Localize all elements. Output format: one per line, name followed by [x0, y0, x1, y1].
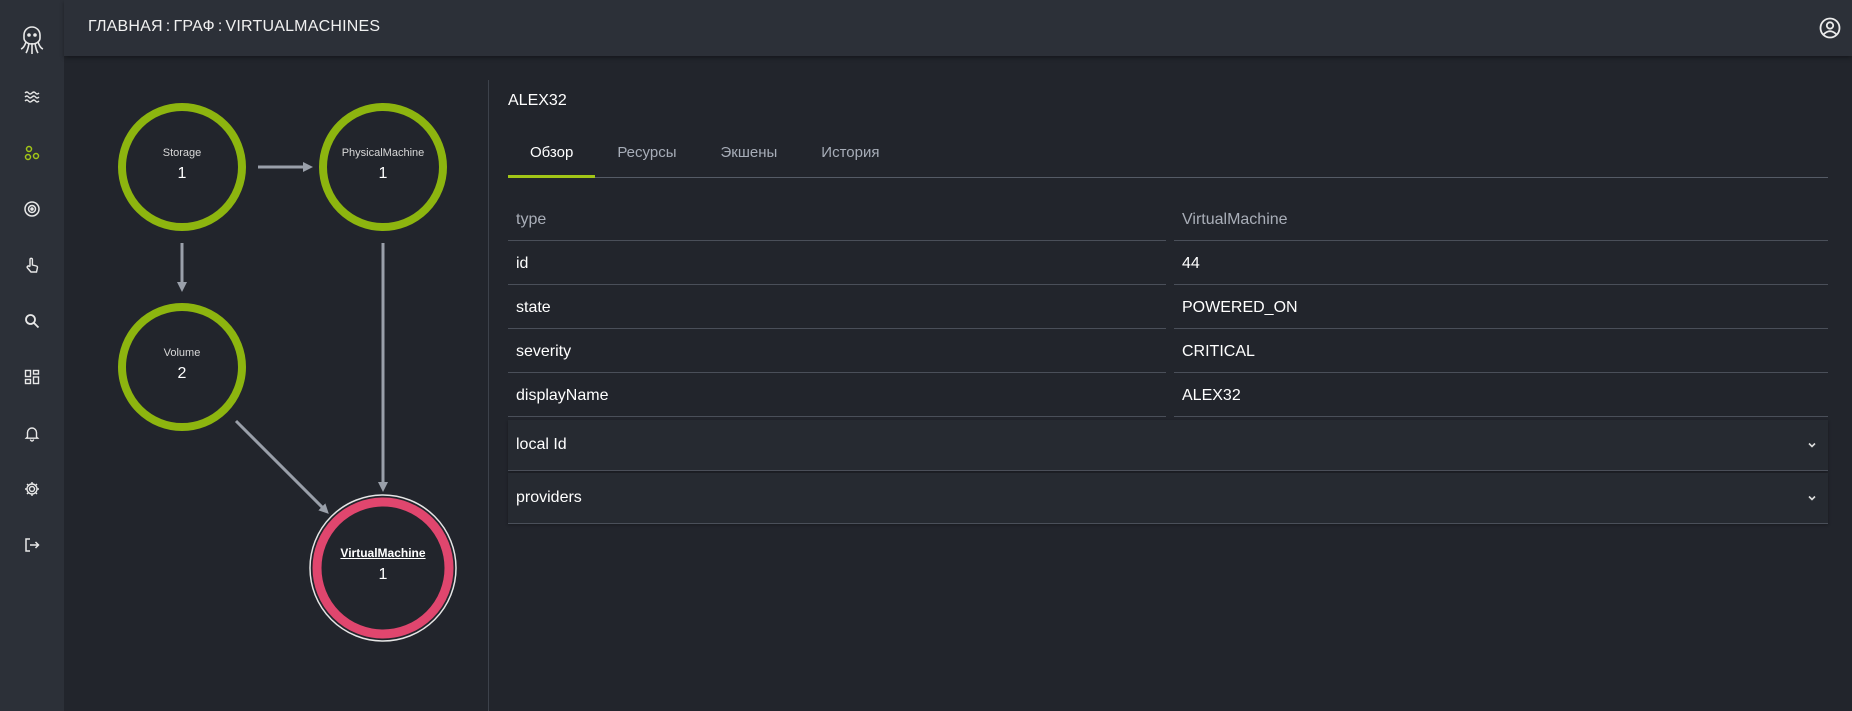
- breadcrumb-graph[interactable]: ГРАФ: [173, 18, 214, 36]
- node-count: 2: [177, 365, 187, 382]
- details-tabs: Обзор Ресурсы Экшены История: [508, 130, 1828, 178]
- dashboard-icon: [24, 369, 40, 385]
- property-value: 44: [1174, 242, 1828, 285]
- node-name-link[interactable]: VirtualMachine: [318, 546, 448, 560]
- sidebar-item-actions[interactable]: [16, 249, 48, 281]
- breadcrumb-separator: :: [165, 18, 171, 35]
- panel-divider: [488, 80, 489, 711]
- target-icon: [24, 201, 40, 217]
- node-name: Volume: [163, 347, 201, 359]
- chevron-down-icon: [1808, 495, 1816, 501]
- property-value: CRITICAL: [1174, 330, 1828, 373]
- node-count: 1: [177, 165, 187, 182]
- property-key: state: [508, 286, 1166, 329]
- property-value: POWERED_ON: [1174, 286, 1828, 329]
- properties-table: type VirtualMachine id 44 state POWERED_…: [508, 198, 1828, 524]
- breadcrumb: ГЛАВНАЯ : ГРАФ : VIRTUALMACHINES: [88, 18, 380, 36]
- table-header-row: type VirtualMachine: [508, 198, 1828, 242]
- breadcrumb-home[interactable]: ГЛАВНАЯ: [88, 18, 163, 36]
- graph-icon: [24, 145, 40, 161]
- node-count: 1: [378, 165, 388, 182]
- bell-icon: [24, 427, 40, 442]
- accordion-providers[interactable]: providers: [508, 473, 1828, 524]
- sidebar-item-graph[interactable]: [16, 137, 48, 169]
- sidebar-item-dashboards[interactable]: [16, 361, 48, 393]
- breadcrumb-current: VIRTUALMACHINES: [225, 18, 381, 35]
- sidebar-item-search[interactable]: [16, 305, 48, 337]
- tab-actions[interactable]: Экшены: [698, 130, 799, 177]
- entity-title: ALEX32: [508, 92, 567, 109]
- graph-node-storage-label[interactable]: Storage 1: [117, 147, 247, 183]
- tab-history[interactable]: История: [799, 130, 901, 177]
- breadcrumb-separator: :: [217, 18, 223, 35]
- chevron-down-icon: [1808, 442, 1816, 448]
- sidebar-item-notifications[interactable]: [16, 417, 48, 449]
- node-name: PhysicalMachine: [341, 147, 425, 159]
- graph-node-physical-label[interactable]: PhysicalMachine 1: [318, 147, 448, 183]
- accordion-local-id[interactable]: local Id: [508, 420, 1828, 471]
- account-circle-icon: [1819, 17, 1841, 39]
- gear-icon: [25, 482, 39, 496]
- graph-edge-volume-vm: [234, 419, 329, 514]
- accordion-label: local Id: [516, 436, 567, 453]
- property-value: ALEX32: [1174, 374, 1828, 417]
- property-key: severity: [508, 330, 1166, 373]
- graph-node-vm-label[interactable]: VirtualMachine 1: [318, 546, 448, 584]
- details-panel: ALEX32 Обзор Ресурсы Экшены История type…: [508, 80, 1828, 524]
- property-value: VirtualMachine: [1174, 198, 1828, 241]
- search-icon: [25, 314, 40, 329]
- sidebar-item-logout[interactable]: [16, 529, 48, 561]
- tab-overview[interactable]: Обзор: [508, 130, 596, 178]
- table-row: severity CRITICAL: [508, 330, 1828, 374]
- octopus-logo-icon[interactable]: [16, 20, 48, 56]
- waves-icon: [24, 91, 40, 103]
- tab-resources[interactable]: Ресурсы: [595, 130, 698, 177]
- logout-icon: [25, 538, 40, 552]
- graph-node-volume-label[interactable]: Volume 2: [117, 347, 247, 383]
- entity-graph: Storage 1 PhysicalMachine 1 Volume 2 Vir…: [64, 56, 488, 711]
- accordion-label: providers: [516, 489, 582, 506]
- node-name: Storage: [162, 147, 202, 159]
- property-key: displayName: [508, 374, 1166, 417]
- property-key: type: [508, 198, 1166, 241]
- sidebar-item-streams[interactable]: [16, 81, 48, 113]
- sidebar-item-settings[interactable]: [16, 473, 48, 505]
- account-button[interactable]: [1818, 16, 1842, 40]
- touch-icon: [26, 257, 39, 273]
- property-key: id: [508, 242, 1166, 285]
- topbar: ГЛАВНАЯ : ГРАФ : VIRTUALMACHINES: [64, 0, 1852, 56]
- table-row: displayName ALEX32: [508, 374, 1828, 418]
- sidebar: [0, 0, 64, 711]
- table-row: id 44: [508, 242, 1828, 286]
- node-count: 1: [378, 566, 388, 583]
- table-row: state POWERED_ON: [508, 286, 1828, 330]
- sidebar-item-monitoring[interactable]: [16, 193, 48, 225]
